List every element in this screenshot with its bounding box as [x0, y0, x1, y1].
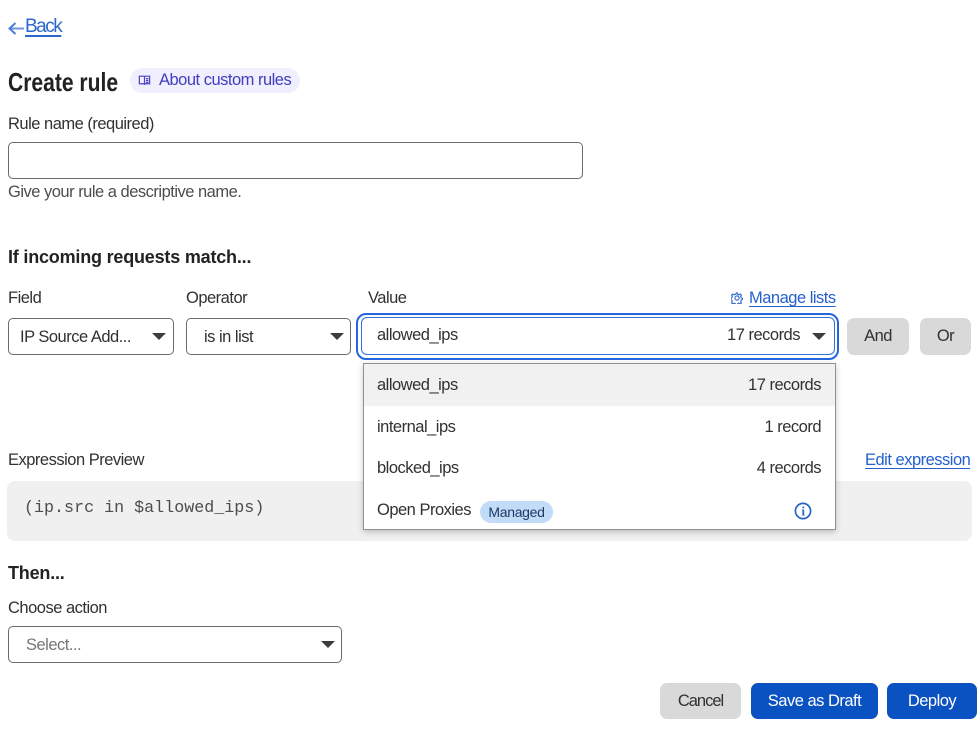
svg-text:i: i	[802, 504, 806, 518]
